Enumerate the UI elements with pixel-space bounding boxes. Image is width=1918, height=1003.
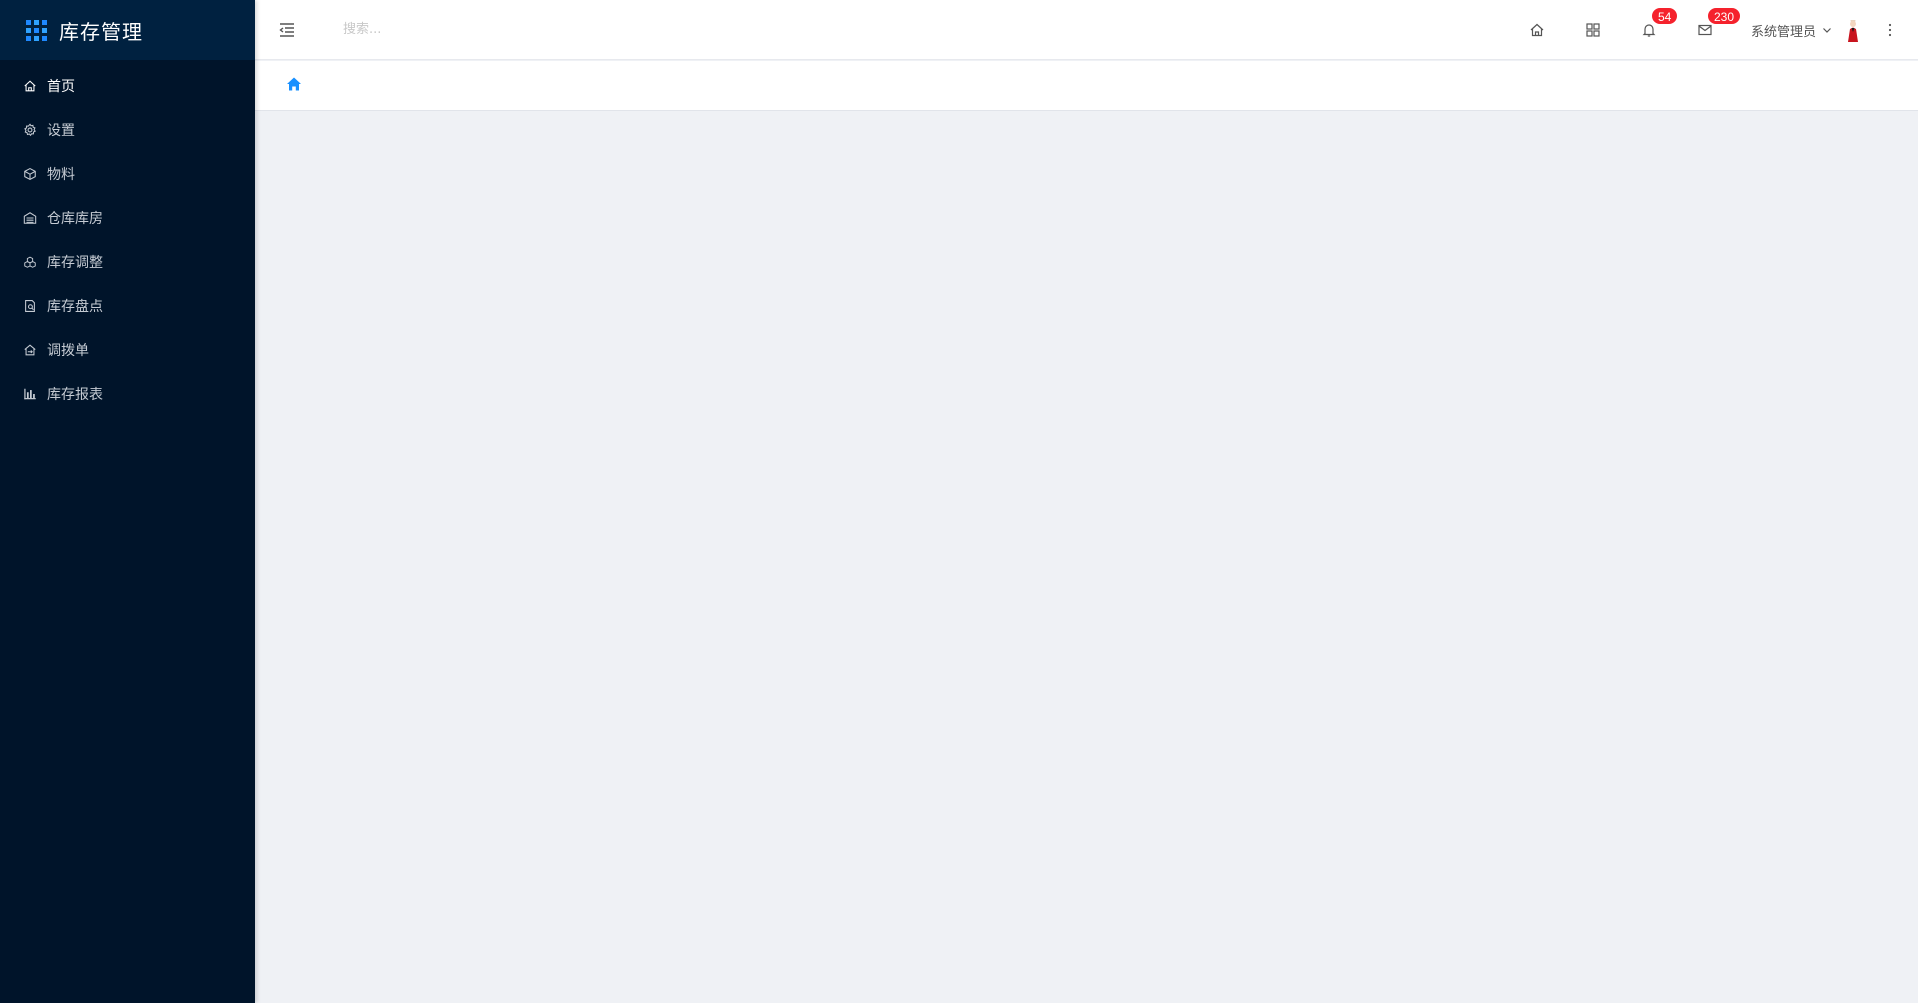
home-button[interactable] bbox=[1509, 0, 1565, 60]
chevron-down-icon bbox=[1823, 28, 1831, 33]
sidebar-item-label: 库存报表 bbox=[47, 387, 103, 403]
apps-button[interactable] bbox=[1565, 0, 1621, 60]
sidebar-item-stock-check[interactable]: 库存盘点 bbox=[0, 284, 255, 328]
bar-chart-icon bbox=[23, 387, 37, 401]
sidebar-item-label: 仓库库房 bbox=[47, 211, 103, 227]
more-options-button[interactable] bbox=[1862, 0, 1918, 60]
warehouse-icon bbox=[23, 211, 37, 225]
user-name: 系统管理员 bbox=[1750, 24, 1816, 40]
main-content-area bbox=[255, 111, 1918, 1003]
avatar bbox=[1848, 20, 1858, 42]
home-filled-icon bbox=[287, 77, 301, 90]
transfer-icon bbox=[23, 343, 37, 357]
sidebar-item-settings[interactable]: 设置 bbox=[0, 108, 255, 152]
sidebar-item-label: 物料 bbox=[47, 167, 75, 183]
more-vertical-icon bbox=[1888, 23, 1892, 37]
sidebar-item-warehouse[interactable]: 仓库库房 bbox=[0, 196, 255, 240]
breadcrumb-home-link[interactable] bbox=[286, 76, 302, 96]
sidebar-item-label: 首页 bbox=[47, 79, 75, 95]
messages-count-badge: 230 bbox=[1706, 7, 1742, 25]
cubes-icon bbox=[23, 255, 37, 269]
user-menu[interactable]: 系统管理员 bbox=[1751, 18, 1862, 42]
sidebar-item-stock-adjust[interactable]: 库存调整 bbox=[0, 240, 255, 284]
bell-icon bbox=[1642, 24, 1656, 37]
sidebar-item-label: 设置 bbox=[47, 123, 75, 139]
brand-header[interactable]: 库存管理 bbox=[0, 0, 255, 60]
header-toolbar: 54 230 系统管理员 bbox=[1509, 0, 1918, 60]
sidebar-item-stock-report[interactable]: 库存报表 bbox=[0, 372, 255, 416]
menu-collapse-button[interactable] bbox=[275, 18, 299, 42]
sidebar: 库存管理 首页 设置 物料 仓库库房 库存调整 库存盘点 调拨单 库存报表 bbox=[0, 0, 255, 1003]
sidebar-menu: 首页 设置 物料 仓库库房 库存调整 库存盘点 调拨单 库存报表 bbox=[0, 60, 255, 416]
notifications-count-badge: 54 bbox=[1650, 7, 1679, 25]
app-title: 库存管理 bbox=[59, 19, 143, 44]
inventory-check-icon bbox=[23, 299, 37, 313]
messages-button[interactable]: 230 bbox=[1677, 0, 1742, 60]
home-icon bbox=[23, 79, 37, 93]
search-input[interactable] bbox=[341, 21, 601, 38]
gear-icon bbox=[23, 123, 37, 137]
sidebar-item-materials[interactable]: 物料 bbox=[0, 152, 255, 196]
sidebar-item-label: 调拨单 bbox=[47, 343, 89, 359]
mail-icon bbox=[1698, 24, 1712, 36]
sidebar-item-label: 库存调整 bbox=[47, 255, 103, 271]
menu-fold-icon bbox=[279, 22, 294, 37]
sidebar-item-home[interactable]: 首页 bbox=[0, 64, 255, 108]
top-header: 54 230 系统管理员 bbox=[255, 0, 1918, 60]
sidebar-item-label: 库存盘点 bbox=[47, 299, 103, 315]
breadcrumb bbox=[255, 61, 1918, 111]
app-grid-logo-icon bbox=[26, 19, 47, 41]
notifications-button[interactable]: 54 bbox=[1621, 0, 1679, 60]
apps-grid-icon bbox=[1586, 23, 1600, 37]
home-icon bbox=[1530, 23, 1544, 37]
box-icon bbox=[23, 167, 37, 181]
sidebar-item-transfer[interactable]: 调拨单 bbox=[0, 328, 255, 372]
